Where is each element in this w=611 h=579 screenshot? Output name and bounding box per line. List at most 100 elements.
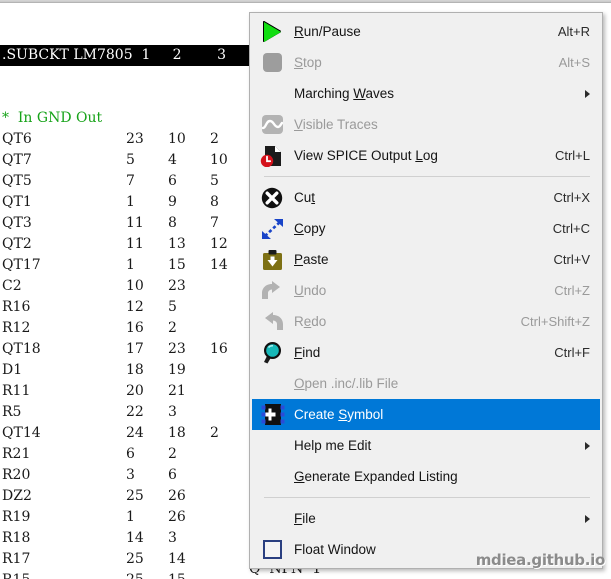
menu-item-label: Run/Pause bbox=[294, 24, 361, 39]
stop-icon bbox=[250, 47, 294, 78]
netlist-node-3: 14 bbox=[210, 257, 228, 273]
menu-item-no-icon bbox=[250, 461, 294, 492]
menu-item-paste[interactable]: Paste Ctrl+V bbox=[250, 244, 602, 275]
netlist-node-2: 10 bbox=[168, 131, 186, 147]
netlist-node-3: 2 bbox=[210, 425, 219, 441]
netlist-device: QT3 bbox=[2, 215, 32, 231]
menu-item-visible-traces: Visible Traces bbox=[250, 109, 602, 140]
menu-item-view-spice-output-log[interactable]: View SPICE Output Log Ctrl+L bbox=[250, 140, 602, 171]
menu-item-label: File bbox=[294, 511, 316, 526]
netlist-node-1: 25 bbox=[126, 551, 144, 567]
netlist-node-1: 1 bbox=[126, 257, 135, 273]
menu-item-no-icon bbox=[250, 368, 294, 399]
netlist-node-2: 2 bbox=[168, 446, 177, 462]
netlist-device: R20 bbox=[2, 467, 31, 483]
netlist-node-2: 15 bbox=[168, 257, 186, 273]
menu-item-shortcut: Ctrl+L bbox=[554, 148, 590, 163]
menu-item-label: Cut bbox=[294, 190, 316, 205]
netlist-device: QT2 bbox=[2, 236, 32, 252]
netlist-node-2: 5 bbox=[168, 299, 177, 315]
menu-item-cut[interactable]: Cut Ctrl+X bbox=[250, 182, 602, 213]
netlist-node-1: 1 bbox=[126, 194, 135, 210]
netlist-node-1: 7 bbox=[126, 173, 135, 189]
menu-item-label: Marching Waves bbox=[294, 86, 395, 101]
netlist-node-1: 11 bbox=[126, 215, 144, 231]
netlist-node-1: 6 bbox=[126, 446, 135, 462]
menu-item-copy[interactable]: Copy Ctrl+C bbox=[250, 213, 602, 244]
netlist-node-1: 5 bbox=[126, 152, 135, 168]
submenu-arrow-icon bbox=[585, 441, 590, 450]
find-icon bbox=[250, 337, 294, 368]
menu-item-file[interactable]: File bbox=[250, 503, 602, 534]
copy-icon bbox=[250, 213, 294, 244]
menu-item-run-pause[interactable]: Run/Pause Alt+R bbox=[250, 16, 602, 47]
netlist-device: R17 bbox=[2, 551, 31, 567]
netlist-device: R11 bbox=[2, 383, 31, 399]
float-window-icon bbox=[250, 534, 294, 565]
netlist-node-2: 13 bbox=[168, 236, 186, 252]
context-menu[interactable]: Run/Pause Alt+R Stop Alt+S Marching Waves Vi… bbox=[249, 12, 603, 569]
netlist-node-2: 23 bbox=[168, 341, 186, 357]
netlist-node-2: 9 bbox=[168, 194, 177, 210]
netlist-node-1: 25 bbox=[126, 570, 168, 579]
menu-item-no-icon bbox=[250, 78, 294, 109]
netlist-node-2: 26 bbox=[168, 509, 186, 525]
netlist-device: QT5 bbox=[2, 173, 32, 189]
menu-item-label: View SPICE Output Log bbox=[294, 148, 438, 163]
menu-item-shortcut: Ctrl+Z bbox=[554, 283, 590, 298]
netlist-node-1: 11 bbox=[126, 236, 144, 252]
netlist-device: R18 bbox=[2, 530, 31, 546]
netlist-device: R12 bbox=[2, 320, 31, 336]
netlist-node-1: 12 bbox=[126, 299, 144, 315]
netlist-comment: * In GND Out bbox=[2, 110, 103, 126]
menu-item-no-icon bbox=[250, 503, 294, 534]
netlist-node-2: 3 bbox=[168, 530, 177, 546]
editor-line-selected[interactable]: .SUBCKT LM7805 1 2 3 bbox=[0, 45, 268, 66]
netlist-device: R15 bbox=[2, 570, 126, 579]
netlist-node-1: 17 bbox=[126, 341, 144, 357]
netlist-node-2: 18 bbox=[168, 425, 186, 441]
netlist-device: R19 bbox=[2, 509, 31, 525]
netlist-node-2: 2 bbox=[168, 320, 177, 336]
waveform-icon bbox=[250, 109, 294, 140]
netlist-node-2: 23 bbox=[168, 278, 186, 294]
netlist-node-1: 24 bbox=[126, 425, 144, 441]
netlist-device: R16 bbox=[2, 299, 31, 315]
menu-item-marching-waves[interactable]: Marching Waves bbox=[250, 78, 602, 109]
netlist-node-1: 10 bbox=[126, 278, 144, 294]
netlist-node-3: 10 bbox=[210, 152, 228, 168]
netlist-device: QT7 bbox=[2, 152, 32, 168]
menu-item-label: Undo bbox=[294, 283, 327, 298]
menu-item-redo: Redo Ctrl+Shift+Z bbox=[250, 306, 602, 337]
menu-item-label: Generate Expanded Listing bbox=[294, 469, 458, 484]
netlist-node-2: 14 bbox=[168, 551, 186, 567]
menu-item-create-symbol[interactable]: Create Symbol bbox=[252, 399, 600, 430]
netlist-device: QT14 bbox=[2, 425, 41, 441]
menu-item-label: Copy bbox=[294, 221, 326, 236]
menu-item-label: Paste bbox=[294, 252, 329, 267]
paste-icon bbox=[250, 244, 294, 275]
netlist-node-3: 12 bbox=[210, 236, 228, 252]
netlist-device: C2 bbox=[2, 278, 22, 294]
menu-item-shortcut: Ctrl+X bbox=[553, 190, 590, 205]
netlist-device: QT18 bbox=[2, 341, 41, 357]
redo-icon bbox=[250, 306, 294, 337]
menu-separator bbox=[264, 176, 590, 177]
menu-item-label: Create Symbol bbox=[294, 407, 384, 422]
netlist-device: R21 bbox=[2, 446, 31, 462]
menu-item-label: Redo bbox=[294, 314, 327, 329]
menu-item-label: Visible Traces bbox=[294, 117, 378, 132]
menu-item-label: Stop bbox=[294, 55, 322, 70]
menu-item-no-icon bbox=[250, 430, 294, 461]
play-icon bbox=[250, 16, 294, 47]
menu-item-shortcut: Ctrl+Shift+Z bbox=[520, 314, 590, 329]
menu-item-label: Find bbox=[294, 345, 321, 360]
netlist-node-2: 4 bbox=[168, 152, 177, 168]
netlist-node-3: 16 bbox=[210, 341, 228, 357]
menu-item-help-me-edit[interactable]: Help me Edit bbox=[250, 430, 602, 461]
menu-item-label: Help me Edit bbox=[294, 438, 372, 453]
menu-item-find[interactable]: Find Ctrl+F bbox=[250, 337, 602, 368]
netlist-node-2: 19 bbox=[168, 362, 186, 378]
netlist-node-1: 23 bbox=[126, 131, 144, 147]
menu-item-generate-expanded-listing[interactable]: Generate Expanded Listing bbox=[250, 461, 602, 492]
